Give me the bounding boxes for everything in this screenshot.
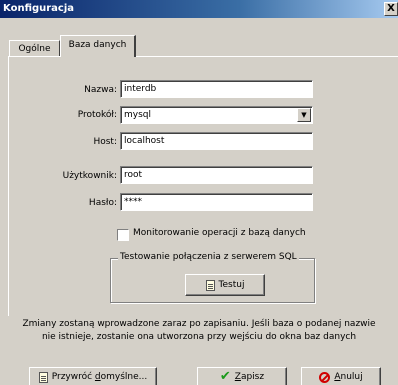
tab-database-label: Baza danych [68,40,127,50]
tab-database[interactable]: Baza danych [60,35,136,57]
tab-general[interactable]: Ogólne [9,40,60,56]
info-text: Zmiany zostaną wprowadzone zaraz po zapi… [0,318,398,344]
close-icon[interactable]: X [384,2,398,16]
checkmark-icon: ✔ [219,369,231,384]
restore-defaults-label: Przywróć domyślne... [51,372,148,382]
document-icon [38,371,48,383]
tab-general-label: Ogólne [18,44,51,54]
save-button[interactable]: ✔ Zapisz [197,367,287,385]
restore-defaults-button[interactable]: Przywróć domyślne... [29,367,157,385]
no-entry-icon [319,371,331,383]
window-title: Konfiguracja [3,3,75,14]
info-line-1: Zmiany zostaną wprowadzone zaraz po zapi… [22,319,376,329]
info-line-2: nie istnieje, zostanie ona utworzona prz… [41,332,357,342]
configuration-dialog: Konfiguracja X Ogólne Baza danych Nazwa:… [0,0,398,385]
cancel-button-label: Anuluj [334,372,363,382]
save-button-label: Zapisz [234,372,265,382]
cancel-button[interactable]: Anuluj [301,367,381,385]
title-bar[interactable]: Konfiguracja X [0,0,398,18]
tab-panel [8,56,398,316]
